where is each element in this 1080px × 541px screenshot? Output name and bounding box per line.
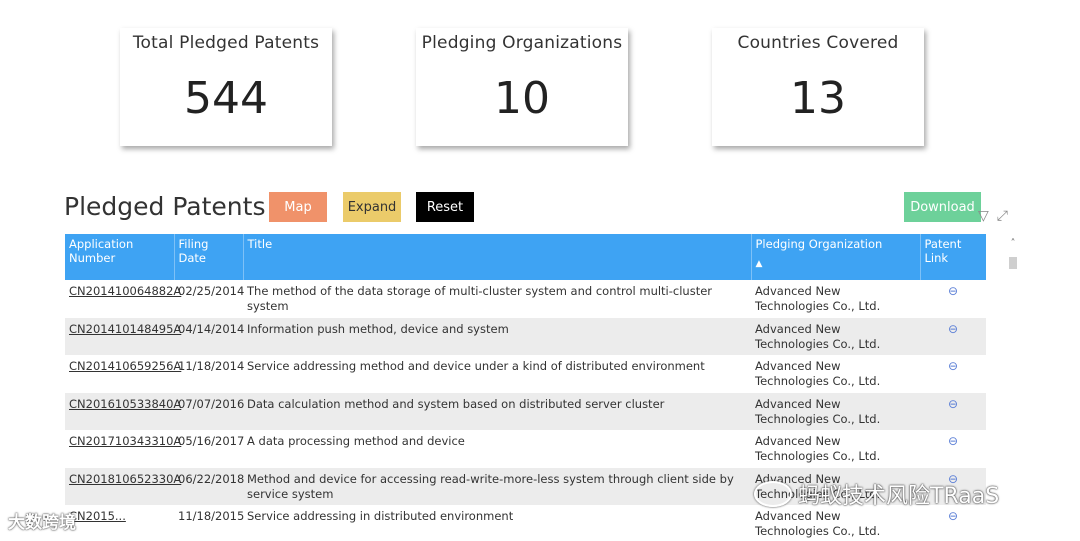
kpi-card-countries: Countries Covered 13 bbox=[712, 28, 924, 146]
scroll-up-icon[interactable]: ˄ bbox=[1008, 238, 1018, 249]
table-row: CN201410148495A 04/14/2014 Information pus… bbox=[65, 317, 986, 355]
organization-cell: Advanced New Technologies Co., Ltd. bbox=[755, 509, 881, 538]
kpi-value: 13 bbox=[790, 73, 846, 124]
sort-ascending-icon: ▲ bbox=[755, 259, 763, 269]
kpi-value: 544 bbox=[184, 73, 268, 124]
app-number-cell[interactable]: CN201810652330A bbox=[69, 472, 181, 486]
filing-date-cell: 07/07/2016 bbox=[178, 396, 245, 411]
link-icon[interactable]: ⊖ bbox=[948, 322, 958, 336]
watermark-right-text: 蚂蚁技术风险TRaaS bbox=[798, 484, 1000, 509]
title-cell: The method of the data storage of multi-… bbox=[247, 284, 713, 313]
header-patent-link[interactable]: Patent Link bbox=[920, 234, 986, 280]
reset-button[interactable]: Reset bbox=[416, 192, 474, 222]
header-application-number[interactable]: Application Number bbox=[65, 234, 175, 280]
app-number-cell[interactable]: CN201410659256A bbox=[69, 359, 181, 373]
kpi-label: Total Pledged Patents bbox=[132, 33, 320, 53]
title-cell: Information push method, device and syst… bbox=[247, 321, 509, 336]
table-row: CN201410064882A 02/25/2014 The method of t… bbox=[65, 280, 986, 318]
header-pledging-organization[interactable]: Pledging Organization ▲ bbox=[751, 234, 921, 280]
kpi-card-total-patents: Total Pledged Patents 544 bbox=[120, 28, 332, 146]
watermark-right: 蚂蚁技术风险TRaaS bbox=[754, 478, 999, 510]
filing-date-cell: 02/25/2014 bbox=[178, 284, 245, 298]
filing-date-cell: 11/18/2014 bbox=[178, 359, 245, 373]
visual-header-icons: ▽ ⤢ bbox=[978, 208, 1008, 224]
organization-cell: Advanced New Technologies Co., Ltd. bbox=[755, 321, 881, 351]
title-cell: A data processing method and device bbox=[247, 434, 465, 448]
link-icon[interactable]: ⊖ bbox=[948, 509, 958, 523]
scroll-thumb[interactable] bbox=[1009, 257, 1017, 269]
app-number-cell[interactable]: CN201410064882A bbox=[69, 284, 181, 298]
title-cell: Data calculation method and system based… bbox=[247, 396, 665, 411]
table-row: CN201410659256A 11/18/2014 Service address… bbox=[65, 355, 986, 393]
watermark-left: 大数跨境 bbox=[8, 513, 76, 533]
header-filing-date[interactable]: Filing Date bbox=[174, 234, 244, 280]
kpi-value: 10 bbox=[494, 73, 550, 124]
filing-date-cell: 05/16/2017 bbox=[178, 434, 245, 448]
kpi-card-organizations: Pledging Organizations 10 bbox=[416, 28, 628, 146]
organization-cell: Advanced New Technologies Co., Ltd. bbox=[755, 284, 881, 313]
table-row: CN201710343310A 05/16/2017 A data processi… bbox=[65, 430, 986, 468]
section-title: Pledged Patents bbox=[64, 192, 266, 221]
link-icon[interactable]: ⊖ bbox=[948, 397, 958, 411]
app-number-cell[interactable]: CN201710343310A bbox=[69, 434, 181, 448]
title-cell: Method and device for accessing read-wri… bbox=[247, 471, 734, 501]
organization-cell: Advanced New Technologies Co., Ltd. bbox=[755, 434, 881, 463]
wechat-logo-icon bbox=[754, 481, 792, 507]
app-number-cell[interactable]: CN201410148495A bbox=[69, 322, 181, 336]
filing-date-cell: 06/22/2018 bbox=[178, 471, 245, 486]
header-title[interactable]: Title bbox=[243, 234, 752, 280]
organization-cell: Advanced New Technologies Co., Ltd. bbox=[755, 396, 881, 426]
table-header-row: Application Number Filing Date Title Ple… bbox=[65, 234, 986, 280]
filter-icon[interactable]: ▽ bbox=[978, 208, 989, 224]
table-row: CN201610533840A 07/07/2016 Data calculatio… bbox=[65, 392, 986, 430]
filing-date-cell: 04/14/2014 bbox=[178, 321, 245, 336]
table-scrollbar[interactable]: ˄ bbox=[1008, 238, 1018, 538]
table-row: CN2015... 11/18/2015 Service addressing in… bbox=[65, 505, 986, 541]
link-icon[interactable]: ⊖ bbox=[948, 434, 958, 448]
focus-mode-icon[interactable]: ⤢ bbox=[997, 208, 1008, 224]
app-number-cell[interactable]: CN2015... bbox=[69, 509, 126, 523]
kpi-label: Pledging Organizations bbox=[421, 33, 623, 53]
app-number-cell[interactable]: CN201610533840A bbox=[69, 397, 181, 411]
title-cell: Service addressing in distributed enviro… bbox=[247, 509, 514, 523]
header-org-label: Pledging Organization bbox=[755, 237, 883, 251]
link-icon[interactable]: ⊖ bbox=[948, 284, 958, 298]
link-icon[interactable]: ⊖ bbox=[948, 359, 958, 373]
download-button[interactable]: Download bbox=[904, 192, 981, 222]
map-button[interactable]: Map bbox=[269, 192, 327, 222]
filing-date-cell: 11/18/2015 bbox=[178, 509, 245, 523]
expand-button[interactable]: Expand bbox=[343, 192, 401, 222]
organization-cell: Advanced New Technologies Co., Ltd. bbox=[755, 359, 881, 388]
title-cell: Service addressing method and device und… bbox=[247, 359, 705, 373]
kpi-label: Countries Covered bbox=[737, 33, 899, 53]
